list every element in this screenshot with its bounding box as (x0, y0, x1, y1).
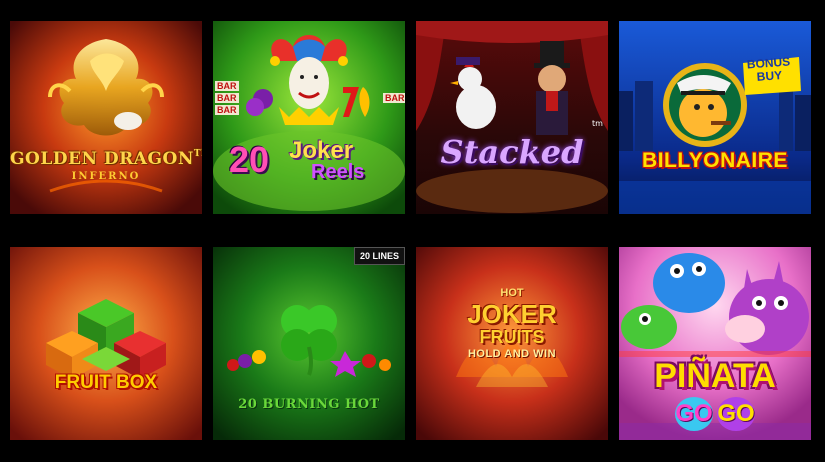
game-subtitle: HOLD AND WIN (467, 348, 557, 360)
game-tile-fruit-box[interactable]: FRUIT BOX (10, 247, 202, 440)
game-subtitle: INFERNO (71, 171, 141, 182)
joker-reels-artwork (213, 21, 405, 214)
game-title-prefix: HOT (500, 287, 524, 299)
game-tile-burning-hot[interactable]: 20 LINES 20 BURNING HOT (213, 247, 405, 440)
go-bubble: GO (675, 397, 713, 431)
bar-symbol: BAR (383, 93, 405, 103)
trademark-mark: tm (592, 119, 603, 128)
golden-dragon-artwork (10, 21, 202, 214)
game-title: GOLDEN DRAGONTM (10, 149, 202, 169)
game-tile-pinata-gogo[interactable]: PIÑATA GO GO (619, 247, 811, 440)
game-title: BILLYONAIRE (642, 149, 788, 172)
pinata-gogo-artwork (619, 247, 811, 440)
bar-symbol: BAR (215, 81, 239, 91)
game-tile-stacked[interactable]: Stacked tm (416, 21, 608, 214)
game-title-number: 20 (229, 139, 270, 180)
trademark-mark: TM (193, 149, 202, 159)
game-title: PIÑATA (654, 357, 776, 395)
stacked-artwork (416, 21, 608, 214)
bar-symbol: BAR (215, 105, 239, 115)
game-tile-hot-joker-fruits[interactable]: HOT JOKER FRUITS HOLD AND WIN (416, 247, 608, 440)
lines-badge: 20 LINES (353, 247, 405, 265)
game-tile-billyonaire[interactable]: BONUS BUY BILLYONAIRE (619, 21, 811, 214)
game-title: Stacked (440, 133, 584, 171)
game-title: 20 BURNING HOT (238, 397, 380, 412)
game-title: FRUIT BOX (54, 372, 158, 393)
fruit-box-artwork (10, 247, 202, 440)
game-tile-joker-reels[interactable]: BAR BAR BAR BAR 20 Joker Reels (213, 21, 405, 214)
game-title: JOKER (467, 299, 557, 329)
game-tile-golden-dragon[interactable]: GOLDEN DRAGONTM INFERNO (10, 21, 202, 214)
bonus-buy-badge: BONUS BUY (746, 54, 791, 84)
go-bubble: GO (717, 397, 755, 431)
billyonaire-artwork (619, 21, 811, 214)
game-title-line2: FRUITS (479, 327, 545, 347)
bar-symbol: BAR (215, 93, 239, 103)
game-subtitle: Reels (311, 161, 365, 183)
